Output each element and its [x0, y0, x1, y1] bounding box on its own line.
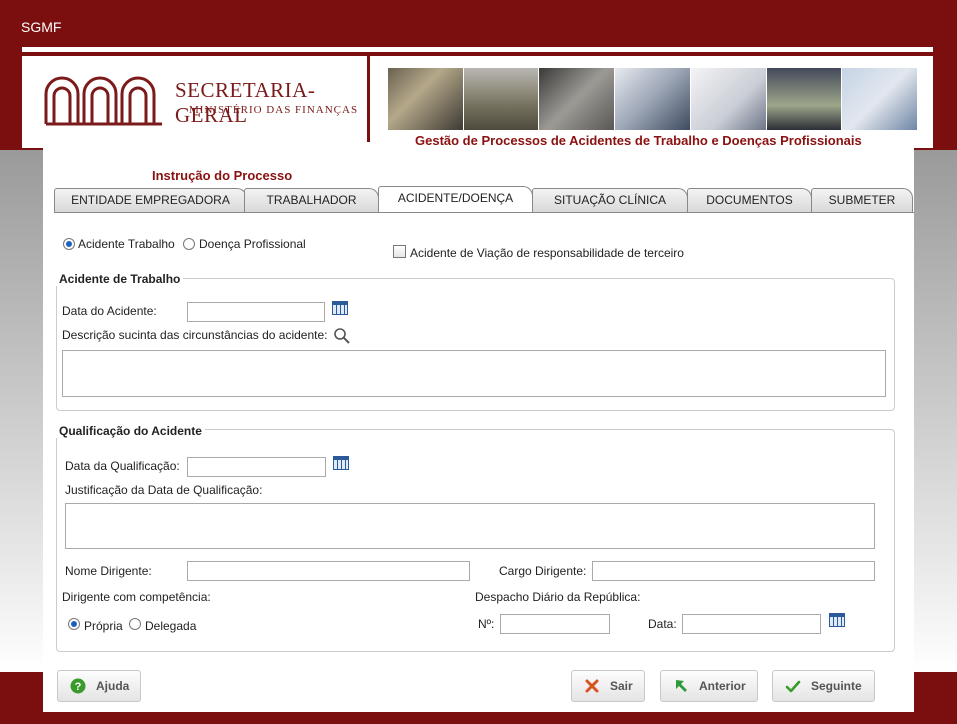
photo-xray	[615, 68, 691, 130]
tab-situacao-clinica[interactable]: SITUAÇÃO CLÍNICA	[532, 188, 688, 212]
competence-label: Dirigente com competência:	[62, 590, 211, 604]
previous-button-label: Anterior	[699, 679, 746, 693]
own-competence-label: Própria	[84, 619, 123, 633]
manager-role-label: Cargo Dirigente:	[499, 564, 587, 578]
justification-label: Justificação da Data de Qualificação:	[65, 483, 263, 497]
accident-legend: Acidente de Trabalho	[56, 272, 184, 286]
logo-name: SECRETARIA-GERAL	[175, 78, 316, 127]
tab-documentos[interactable]: DOCUMENTOS	[687, 188, 812, 212]
arches-logo-icon	[44, 76, 162, 126]
header-divider	[367, 56, 370, 142]
dispatch-number-label: Nº:	[478, 617, 495, 631]
road-accident-checkbox[interactable]	[393, 245, 406, 258]
logo: SECRETARIA-GERAL MINISTÉRIO DAS FINANÇAS	[42, 66, 362, 130]
dispatch-number-input[interactable]	[500, 614, 610, 634]
dispatch-date-input[interactable]	[682, 614, 821, 634]
logo-subtitle: MINISTÉRIO DAS FINANÇAS	[189, 104, 359, 116]
tab-baseline	[54, 212, 914, 213]
help-button[interactable]: ? Ajuda	[57, 670, 141, 702]
photo-strip	[388, 68, 918, 130]
photo-workers	[388, 68, 464, 130]
search-icon[interactable]	[333, 327, 350, 344]
content-panel: Instrução do Processo ENTIDADE EMPREGADO…	[43, 148, 914, 712]
dispatch-label: Despacho Diário da República:	[475, 590, 641, 604]
exit-button-label: Sair	[610, 679, 633, 693]
photo-corridor	[766, 68, 843, 130]
accident-radio[interactable]	[63, 238, 75, 250]
qualification-date-label: Data da Qualificação:	[65, 459, 180, 473]
top-rule	[22, 47, 933, 52]
help-icon: ?	[70, 678, 86, 694]
description-label: Descrição sucinta das circunstâncias do …	[62, 328, 328, 342]
tab-entidade-empregadora[interactable]: ENTIDADE EMPREGADORA	[54, 188, 247, 212]
disease-radio-label: Doença Profissional	[199, 237, 306, 251]
tab-bar: ENTIDADE EMPREGADORA TRABALHADOR ACIDENT…	[54, 186, 914, 213]
manager-name-label: Nome Dirigente:	[65, 564, 152, 578]
tab-acidente-doenca[interactable]: ACIDENTE/DOENÇA	[378, 186, 533, 212]
own-competence-radio[interactable]	[68, 618, 80, 630]
photo-fall	[842, 68, 918, 130]
accident-date-input[interactable]	[187, 302, 325, 322]
help-button-label: Ajuda	[96, 679, 130, 693]
app-title: SGMF	[21, 19, 62, 35]
photo-classroom	[463, 68, 540, 130]
header: SECRETARIA-GERAL MINISTÉRIO DAS FINANÇAS…	[22, 56, 933, 148]
delegated-competence-radio[interactable]	[129, 618, 141, 630]
next-button-label: Seguinte	[811, 679, 862, 693]
photo-machinist	[539, 68, 616, 130]
close-icon	[585, 679, 599, 693]
accident-date-label: Data do Acidente:	[62, 304, 157, 318]
check-icon	[785, 680, 801, 693]
calendar-icon[interactable]	[333, 456, 349, 470]
calendar-icon[interactable]	[829, 613, 845, 627]
dispatch-date-label: Data:	[648, 617, 677, 631]
manager-role-input[interactable]	[592, 561, 875, 581]
exit-button[interactable]: Sair	[571, 670, 645, 702]
road-accident-label: Acidente de Viação de responsabilidade d…	[410, 246, 684, 260]
disease-radio[interactable]	[183, 238, 195, 250]
previous-button[interactable]: Anterior	[660, 670, 758, 702]
justification-textarea[interactable]	[65, 503, 875, 549]
back-arrow-icon	[676, 680, 687, 692]
next-button[interactable]: Seguinte	[772, 670, 875, 702]
calendar-icon[interactable]	[332, 301, 348, 315]
manager-name-input[interactable]	[187, 561, 470, 581]
section-heading: Instrução do Processo	[152, 168, 293, 183]
header-tagline: Gestão de Processos de Acidentes de Trab…	[415, 133, 862, 148]
description-textarea[interactable]	[62, 350, 886, 397]
tab-submeter[interactable]: SUBMETER	[811, 188, 913, 212]
photo-doctor	[690, 68, 767, 130]
qualification-date-input[interactable]	[187, 457, 326, 477]
svg-text:?: ?	[75, 681, 82, 693]
accident-radio-label: Acidente Trabalho	[78, 237, 175, 251]
tab-trabalhador[interactable]: TRABALHADOR	[244, 188, 379, 212]
qualification-legend: Qualificação do Acidente	[56, 424, 205, 438]
delegated-competence-label: Delegada	[145, 619, 197, 633]
